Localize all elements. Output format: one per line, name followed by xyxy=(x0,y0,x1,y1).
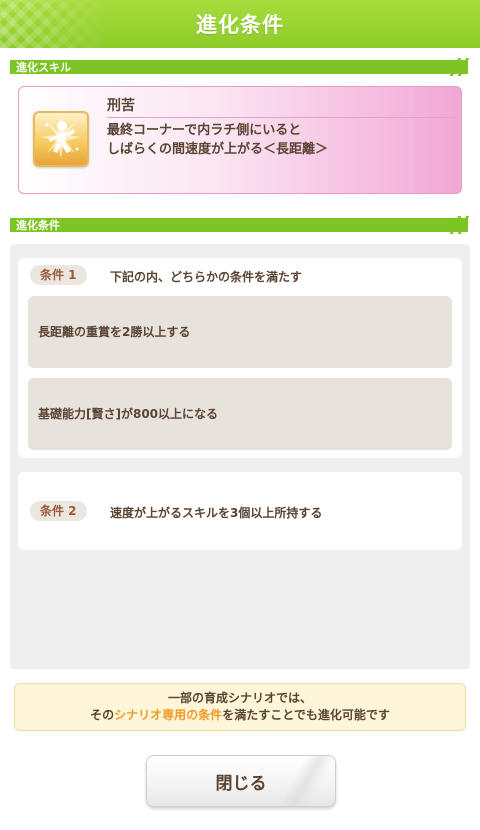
conditions-section-label: 進化条件 xyxy=(16,219,60,232)
condition-card-2: 条件 2 速度が上がるスキルを3個以上所持する xyxy=(18,472,462,550)
condition-text: 下記の内、どちらかの条件を満たす xyxy=(110,270,303,284)
conditions-panel: 条件 1 下記の内、どちらかの条件を満たす 長距離の重賞を2勝以上する 基礎能力… xyxy=(10,244,470,669)
condition-card-1: 条件 1 下記の内、どちらかの条件を満たす 長距離の重賞を2勝以上する 基礎能力… xyxy=(18,258,462,458)
skill-description: 最終コーナーで内ラチ側にいると しばらくの間速度が上がる＜長距離＞ xyxy=(107,123,329,157)
condition-tag: 条件 2 xyxy=(30,501,87,521)
skill-section-label: 進化スキル xyxy=(16,61,71,74)
notice-text: を満たすことでも進化可能です xyxy=(222,708,390,722)
condition-item-text: 基礎能力[賢さ]が800以上になる xyxy=(38,407,219,421)
header-pattern xyxy=(0,0,110,48)
speed-up-runner-icon xyxy=(33,111,89,167)
condition-item: 基礎能力[賢さ]が800以上になる xyxy=(28,378,452,450)
close-button-label: 閉じる xyxy=(215,773,267,794)
condition-item: 長距離の重賞を2勝以上する xyxy=(28,296,452,368)
skill-divider xyxy=(107,117,455,118)
notice-line-1: 一部の育成シナリオでは、 xyxy=(167,691,312,705)
notice-highlight: シナリオ専用の条件 xyxy=(114,708,223,722)
condition-tag: 条件 1 xyxy=(30,265,87,285)
conditions-section-header: 進化条件 xyxy=(10,216,470,234)
dialog-header: 進化条件 xyxy=(0,0,480,48)
skill-card[interactable]: 刑苦 最終コーナーで内ラチ側にいると しばらくの間速度が上がる＜長距離＞ xyxy=(18,86,462,194)
notice-line-2: そのシナリオ専用の条件を満たすことでも進化可能です xyxy=(15,707,465,724)
condition-item-text: 長距離の重賞を2勝以上する xyxy=(38,325,191,339)
skill-section-header: 進化スキル xyxy=(10,58,470,76)
notice-text: その xyxy=(90,708,115,722)
condition-text: 速度が上がるスキルを3個以上所持する xyxy=(110,506,323,520)
button-shine xyxy=(273,756,335,806)
skill-name: 刑苦 xyxy=(107,98,135,114)
dialog-title: 進化条件 xyxy=(196,13,284,37)
scenario-notice: 一部の育成シナリオでは、 そのシナリオ専用の条件を満たすことでも進化可能です xyxy=(14,683,466,731)
close-button[interactable]: 閉じる xyxy=(146,755,336,807)
